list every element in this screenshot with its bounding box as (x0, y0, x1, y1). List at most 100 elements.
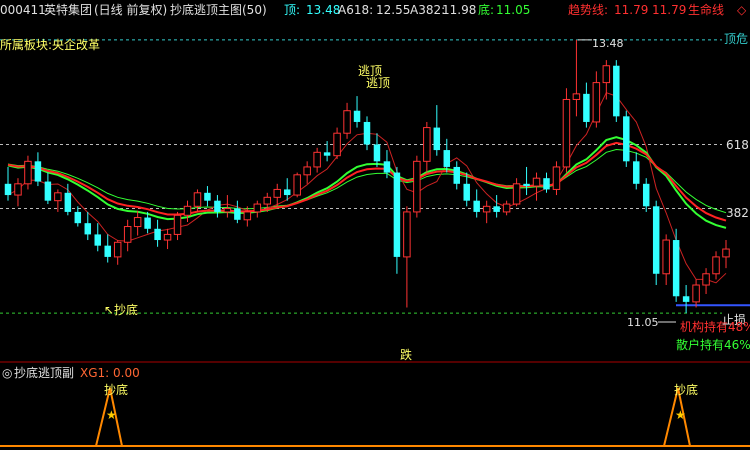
candle-body (363, 121, 371, 145)
candle-body (672, 240, 680, 297)
candle-body (84, 223, 92, 235)
high-price-label: 13.48 (592, 37, 624, 50)
candle-body (502, 203, 511, 213)
candle-body (523, 183, 530, 187)
candle-body (54, 192, 62, 202)
candle-body (293, 174, 301, 196)
candle-body (163, 233, 172, 241)
candle-body (592, 82, 601, 123)
candle-body (154, 228, 161, 241)
candle-body (662, 239, 670, 275)
a382-label: A382: (410, 3, 446, 17)
candle-body (602, 65, 611, 84)
candle-body (403, 211, 411, 258)
candle-body (64, 192, 72, 212)
indicator-name[interactable]: 抄底逃顶主图(50) (170, 3, 267, 17)
candle-body (572, 93, 581, 100)
candle-body (712, 256, 720, 275)
candle-body (343, 110, 351, 134)
candle-body (383, 161, 391, 173)
sub-signal-2: 抄底 (674, 383, 699, 397)
sector-label: 所属板块:央企改革 (0, 38, 101, 52)
candle-body (214, 200, 221, 212)
candle-body (463, 183, 470, 201)
candle-body (34, 161, 42, 182)
candle-body (722, 248, 730, 258)
candle-body (473, 200, 480, 212)
candle-body (273, 188, 281, 198)
stock-code: 000411 (0, 3, 46, 17)
candle-body (234, 208, 241, 220)
buy-bottom-label: ↖抄底 (104, 303, 139, 317)
sub-pane-icon[interactable]: ◎ (2, 366, 12, 380)
candle-body (532, 177, 541, 187)
candle-body (74, 211, 82, 224)
institution-hold-label: 机构持有48% (680, 320, 750, 334)
candle-body (393, 172, 401, 257)
ding-wei-label: 顶危 (724, 32, 749, 46)
fall-label: 跌 (400, 348, 413, 362)
candle-body (512, 183, 521, 205)
candle-body (493, 206, 500, 212)
candle-body (113, 241, 122, 258)
di-label: 底: (478, 3, 495, 17)
candle-body (144, 217, 151, 229)
candle-body (562, 98, 571, 168)
low-price-label: 11.05 (627, 316, 659, 329)
candle-body (104, 245, 111, 257)
candle-body (583, 93, 590, 122)
period-label[interactable]: (日线 前复权) (94, 3, 167, 17)
candle-body (24, 160, 32, 185)
candle-body (423, 127, 431, 162)
level-618-label: 618 (726, 138, 749, 152)
candle-body (133, 217, 142, 228)
a618-value: 12.55 (376, 3, 411, 17)
candle-body (652, 206, 660, 274)
candle-body (413, 160, 421, 213)
candle-body (14, 183, 22, 196)
xg1-value: XG1: 0.00 (80, 366, 140, 380)
candle-body (543, 178, 550, 190)
trend-value: 11.79 (614, 3, 649, 17)
candle-body (4, 183, 12, 196)
star-icon: ★ (106, 408, 117, 422)
a382-value: 11.98 (442, 3, 477, 17)
ding-label: 顶: (284, 3, 301, 17)
candle-body (373, 144, 381, 162)
candle-body (303, 166, 311, 176)
candle-body (482, 205, 491, 213)
candle-body (183, 205, 192, 216)
candle-body (642, 183, 650, 207)
star-icon: ★ (675, 408, 686, 422)
diamond-icon[interactable]: ◇ (737, 3, 746, 17)
candle-body (453, 166, 460, 184)
candle-body (333, 132, 341, 157)
candle-body (682, 296, 690, 302)
candle-body (633, 161, 640, 184)
candle-body (353, 110, 361, 122)
candle-body (123, 226, 132, 243)
life-line (7, 136, 727, 229)
trend-value-2: 11.79 (652, 3, 687, 17)
candle-body (253, 203, 262, 213)
life-line-label: 生命线 (688, 3, 725, 17)
candle-body (313, 151, 321, 168)
candle-body (613, 65, 620, 117)
retail-hold-label: 散户持有46% (676, 338, 750, 352)
candle-body (193, 192, 202, 207)
di-value: 11.05 (496, 3, 531, 17)
sub-indicator-title[interactable]: 抄底逃顶副 (14, 366, 74, 380)
candle-body (692, 284, 700, 303)
candle-body (44, 181, 52, 201)
candle-body (433, 127, 441, 151)
a618-label: A618: (338, 3, 374, 17)
escape-top-label-2: 逃顶 (366, 76, 391, 90)
level-382-label: 382 (726, 206, 749, 220)
stock-name: 英特集团 (44, 3, 93, 17)
candle-body (323, 152, 331, 156)
candle-body (204, 192, 211, 201)
candle-body (94, 234, 101, 246)
candle-body (283, 189, 291, 196)
candle-body (223, 208, 232, 213)
candle-body (552, 166, 561, 190)
